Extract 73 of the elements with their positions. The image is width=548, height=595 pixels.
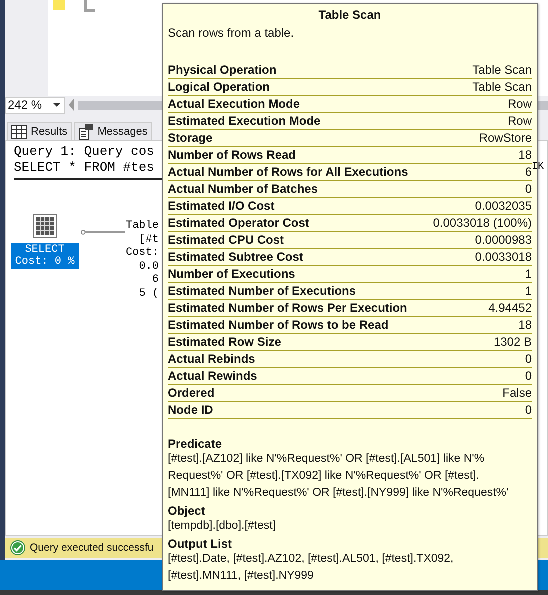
query-text: IK	[532, 162, 544, 173]
status-message: Query executed successfu	[30, 542, 154, 554]
section-heading: Predicate	[168, 437, 224, 451]
property-name: Logical Operation	[168, 80, 270, 94]
property-name: Estimated Operator Cost	[168, 216, 310, 230]
success-check-icon	[10, 540, 26, 556]
property-name: Actual Number of Rows for All Executions	[168, 165, 408, 179]
property-value: 0.0000983	[475, 233, 532, 247]
property-name: Estimated CPU Cost	[168, 233, 284, 247]
section-text: [#test].MN111, [#test].NY999	[168, 569, 315, 584]
section-text: [#test].[AZ102] like N'%Request%' OR [#test].[AL501] like N'%	[168, 452, 486, 467]
plan-node-text: 0.0	[139, 260, 159, 274]
property-name: Actual Number of Batches	[168, 182, 318, 196]
tooltip-title: Table Scan	[318, 8, 382, 24]
property-value: Row	[508, 97, 532, 111]
change-marker-icon	[53, 0, 65, 10]
property-name: Estimated Number of Executions	[168, 284, 356, 298]
property-name: Ordered	[168, 386, 215, 400]
property-name: Estimated I/O Cost	[168, 199, 275, 213]
plan-node-text: [#t	[139, 234, 159, 247]
plan-node-text: 5 (	[139, 288, 159, 301]
property-value: 18	[518, 148, 532, 162]
caret-icon	[53, 103, 61, 107]
property-name: Estimated Subtree Cost	[168, 250, 304, 264]
property-value: 0	[525, 403, 532, 417]
property-name: Actual Rewinds	[168, 369, 258, 383]
plan-node-text: Cost:	[126, 247, 159, 260]
property-name: Node ID	[168, 403, 214, 417]
property-value: Table Scan	[472, 80, 532, 94]
property-name: Estimated Row Size	[168, 335, 282, 349]
property-value: 4.94452	[488, 301, 532, 315]
property-name: Actual Execution Mode	[168, 97, 300, 111]
property-value: Table Scan	[472, 63, 532, 77]
property-value: 1	[525, 267, 532, 281]
property-value: Row	[508, 114, 532, 128]
property-value: 0.0033018 (100%)	[433, 216, 532, 230]
section-text: [MN111] like N'%Request%' OR [#test].[NY999] like N'%Request%'	[168, 486, 510, 501]
query-text: Query 1: Query cos	[14, 144, 156, 160]
query-text: SELECT * FROM #tes	[14, 160, 156, 176]
plan-node-label[interactable]: SELECT Cost: 0 %	[11, 243, 79, 269]
connector-line	[81, 230, 125, 235]
plan-node-text: 6	[152, 274, 159, 288]
property-value: False	[502, 386, 532, 400]
property-value: 0	[525, 369, 532, 383]
property-name: Number of Executions	[168, 267, 296, 281]
property-name: Estimated Number of Rows to be Read	[168, 318, 389, 332]
property-value: 0.0032035	[475, 199, 532, 213]
plan-node-text: Table	[126, 220, 159, 234]
property-name: Physical Operation	[168, 63, 277, 77]
property-name: Estimated Number of Rows Per Execution	[168, 301, 408, 315]
property-value: 18	[518, 318, 532, 332]
property-value: 0.0033018	[475, 250, 532, 264]
results-tab[interactable]: Results	[7, 122, 72, 141]
property-name: Number of Rows Read	[168, 148, 296, 162]
property-name: Actual Rebinds	[168, 352, 256, 366]
property-value: 6	[525, 165, 532, 179]
section-text: [#test].Date, [#test].AZ102, [#test].AL501, [#test].TX092,	[168, 552, 455, 567]
property-value: 0	[525, 352, 532, 366]
tooltip-description: Scan rows from a table.	[168, 26, 296, 42]
section-text: [tempdb].[dbo].[#test]	[168, 519, 278, 534]
results-tab[interactable]: Messages	[74, 122, 152, 141]
property-name: Estimated Execution Mode	[168, 114, 321, 128]
section-text: Request%' OR [#test].[TX092] like N'%Request%' OR [#test].	[168, 469, 480, 484]
property-value: 1302 B	[494, 335, 532, 349]
bracket-icon	[84, 0, 95, 12]
property-name: Storage	[168, 131, 213, 145]
section-heading: Output List	[168, 537, 233, 551]
property-value: RowStore	[479, 131, 532, 145]
property-value: 0	[525, 182, 532, 196]
section-heading: Object	[168, 504, 206, 518]
table-icon[interactable]	[33, 214, 57, 238]
property-value: 1	[525, 284, 532, 298]
zoom-dropdown[interactable]: 242 %	[5, 96, 65, 114]
